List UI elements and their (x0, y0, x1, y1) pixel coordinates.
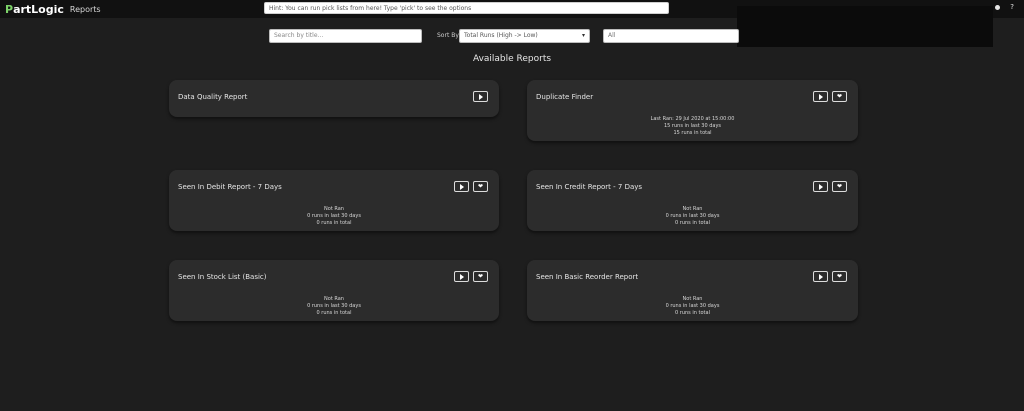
section-title: Available Reports (472, 54, 552, 64)
runs-total: 0 runs in total (675, 310, 710, 316)
heart-icon: ❤ (836, 92, 843, 100)
favourite-button[interactable]: ❤ (832, 271, 847, 282)
runs-total: 0 runs in total (316, 310, 352, 316)
favourite-button[interactable]: ❤ (473, 181, 488, 192)
card-actions: ❤ (813, 271, 847, 282)
report-title: Duplicate Finder (536, 93, 594, 101)
last-ran: Not Ran (682, 206, 703, 212)
report-stats: Not Ran 0 runs in last 30 days 0 runs in… (169, 206, 499, 227)
run-report-button[interactable] (454, 271, 469, 282)
runs-last-30-days: 0 runs in last 30 days (665, 303, 720, 309)
report-card: Data Quality Report (169, 80, 499, 117)
heart-icon: ❤ (477, 182, 484, 190)
sort-by-label: Sort By (437, 32, 459, 39)
brand-initial: P (5, 2, 14, 16)
command-hint-input[interactable]: Hint: You can run pick lists from here! … (264, 2, 669, 14)
run-report-button[interactable] (813, 271, 828, 282)
favourite-button[interactable]: ❤ (832, 91, 847, 102)
report-card: Duplicate Finder ❤ Last Ran: 29 Jul 2020… (527, 80, 858, 141)
card-actions: ❤ (813, 181, 847, 192)
runs-last-30-days: 0 runs in last 30 days (307, 213, 361, 219)
report-stats: Not Ran 0 runs in last 30 days 0 runs in… (527, 296, 858, 317)
last-ran: Last Ran: 29 Jul 2020 at 15:00:00 (650, 116, 735, 122)
play-icon (459, 273, 464, 280)
help-icon[interactable]: ? (1010, 3, 1014, 11)
card-actions (473, 91, 488, 102)
runs-last-30-days: 0 runs in last 30 days (307, 303, 361, 309)
report-card: Seen In Basic Reorder Report ❤ Not Ran 0… (527, 260, 858, 321)
report-title: Seen In Credit Report - 7 Days (536, 183, 643, 191)
brand-name: artLogic (13, 2, 64, 16)
card-actions: ❤ (813, 91, 847, 102)
search-input[interactable]: Search by title... (269, 29, 422, 43)
run-report-button[interactable] (813, 181, 828, 192)
report-title: Seen In Stock List (Basic) (178, 273, 267, 281)
runs-last-30-days: 15 runs in last 30 days (663, 123, 722, 129)
heart-icon: ❤ (836, 182, 843, 190)
report-stats: Last Ran: 29 Jul 2020 at 15:00:00 15 run… (527, 116, 858, 137)
report-title: Seen In Basic Reorder Report (536, 273, 639, 281)
runs-last-30-days: 0 runs in last 30 days (665, 213, 720, 219)
chevron-down-icon: ▾ (581, 32, 585, 39)
report-title: Data Quality Report (178, 93, 248, 101)
sort-select-value: Total Runs (High -> Low) (464, 32, 538, 39)
runs-total: 15 runs in total (673, 130, 712, 136)
user-icon[interactable] (995, 4, 1001, 10)
top-icons: ? (995, 3, 1014, 11)
run-report-button[interactable] (454, 181, 469, 192)
report-card: Seen In Debit Report - 7 Days ❤ Not Ran … (169, 170, 499, 231)
filters-bar: Search by title... Sort By Total Runs (H… (0, 29, 1024, 45)
play-icon (459, 183, 464, 190)
run-report-button[interactable] (813, 91, 828, 102)
last-ran: Not Ran (682, 296, 703, 302)
play-icon (478, 93, 483, 100)
run-report-button[interactable] (473, 91, 488, 102)
report-stats: Not Ran 0 runs in last 30 days 0 runs in… (527, 206, 858, 227)
report-title: Seen In Debit Report - 7 Days (178, 183, 282, 191)
card-actions: ❤ (454, 271, 488, 282)
report-stats: Not Ran 0 runs in last 30 days 0 runs in… (169, 296, 499, 317)
play-icon (818, 273, 823, 280)
favourite-button[interactable]: ❤ (832, 181, 847, 192)
brand[interactable]: PartLogic Reports (5, 2, 101, 16)
card-actions: ❤ (454, 181, 488, 192)
play-icon (818, 93, 823, 100)
heart-icon: ❤ (477, 272, 484, 280)
play-icon (818, 183, 823, 190)
favourite-button[interactable]: ❤ (473, 271, 488, 282)
last-ran: Not Ran (324, 206, 344, 212)
runs-total: 0 runs in total (675, 220, 710, 226)
report-card: Seen In Stock List (Basic) ❤ Not Ran 0 r… (169, 260, 499, 321)
last-ran: Not Ran (324, 296, 344, 302)
report-card: Seen In Credit Report - 7 Days ❤ Not Ran… (527, 170, 858, 231)
sort-select[interactable]: Total Runs (High -> Low) ▾ (459, 29, 590, 43)
filter-select[interactable]: All (603, 29, 739, 43)
runs-total: 0 runs in total (316, 220, 352, 226)
page-title: Reports (69, 4, 101, 14)
heart-icon: ❤ (836, 272, 843, 280)
